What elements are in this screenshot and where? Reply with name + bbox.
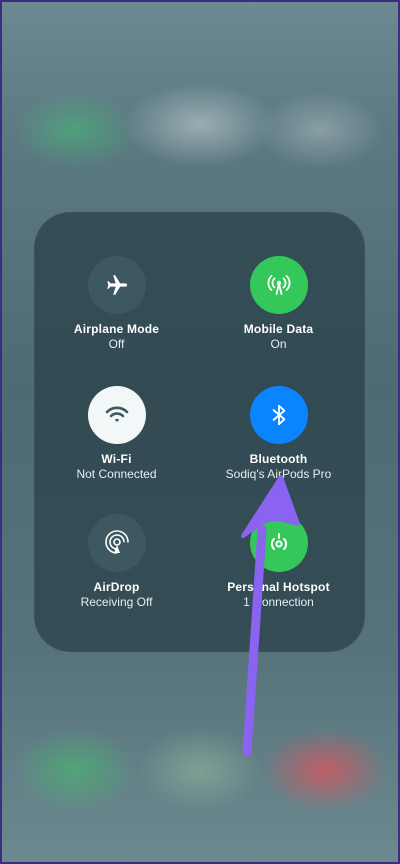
annotation-arrow bbox=[241, 475, 300, 757]
